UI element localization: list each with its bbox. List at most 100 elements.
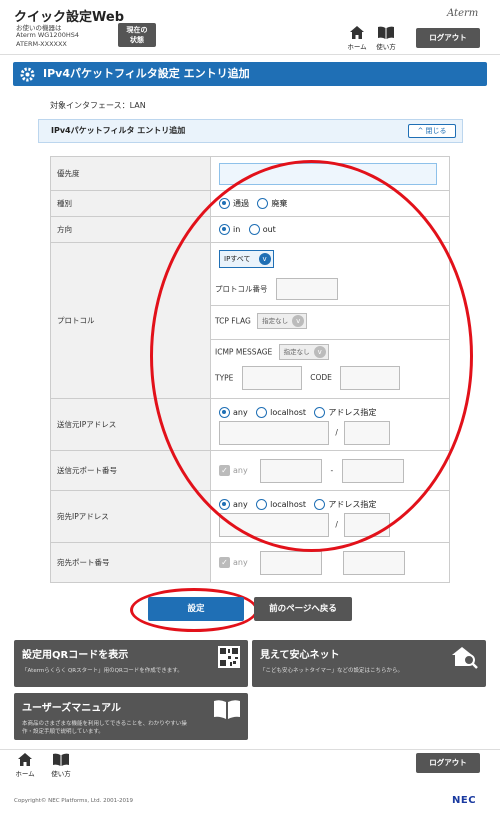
type-drop-radio[interactable] bbox=[257, 198, 269, 209]
dst-ip-slash: / bbox=[335, 520, 338, 529]
howto-nav-footer[interactable]: 使い方 bbox=[50, 753, 72, 778]
qr-code-card[interactable]: 設定用QRコードを表示 「Atermらくらく QRスタート」用のQRコードを作成… bbox=[14, 640, 248, 687]
qr-code-icon bbox=[218, 646, 240, 668]
book-icon bbox=[378, 26, 394, 39]
row-dst-port: 宛先ポート番号 ✓ any bbox=[50, 542, 450, 583]
mieru-anshin-card[interactable]: 見えて安心ネット 「こども安心ネットタイマー」などの設定はこちらから。 bbox=[252, 640, 486, 687]
src-ip-slash: / bbox=[335, 428, 338, 437]
status-button-line1: 現在の bbox=[126, 26, 148, 34]
protocol-number-label: プロトコル番号 bbox=[215, 284, 268, 293]
dst-ip-specify-label: アドレス指定 bbox=[328, 499, 377, 509]
section-header: IPv4パケットフィルタ エントリ追加 bbox=[38, 119, 463, 143]
chevron-down-icon: v bbox=[292, 314, 305, 327]
submit-button[interactable]: 設定 bbox=[148, 597, 244, 621]
direction-in-radio[interactable] bbox=[219, 224, 230, 235]
icmp-message-select[interactable]: 指定なし v bbox=[278, 343, 329, 360]
home-nav-footer[interactable]: ホーム bbox=[14, 753, 36, 778]
tcp-flag-value: 指定なし bbox=[262, 316, 289, 325]
page-title: IPv4パケットフィルタ設定 エントリ追加 bbox=[13, 62, 487, 86]
header-divider bbox=[0, 54, 500, 55]
icmp-code-input[interactable] bbox=[340, 365, 401, 390]
home-icon bbox=[350, 26, 364, 39]
type-label: 種別 bbox=[50, 190, 211, 217]
book-icon bbox=[214, 700, 240, 719]
chevron-down-icon: v bbox=[313, 345, 326, 358]
manual-card-title: ユーザーズマニュアル bbox=[22, 703, 121, 714]
collapse-button[interactable]: ^ 閉じる bbox=[408, 124, 456, 138]
src-ip-mask-input[interactable] bbox=[344, 420, 391, 445]
chevron-down-icon: v bbox=[258, 252, 271, 265]
icmp-type-label: TYPE bbox=[215, 373, 234, 382]
howto-label: 使い方 bbox=[376, 43, 396, 51]
dst-ip-localhost-label: localhost bbox=[270, 499, 307, 509]
manual-card-desc-line2: 作・設定手順で説明しています。 bbox=[22, 729, 104, 735]
type-pass-label: 通過 bbox=[233, 199, 249, 208]
protocol-number-input[interactable] bbox=[275, 277, 338, 300]
logout-button-top[interactable]: ログアウト bbox=[416, 28, 480, 48]
icmp-code-label: CODE bbox=[310, 373, 332, 382]
direction-out-radio[interactable] bbox=[248, 224, 260, 235]
footer-divider bbox=[0, 749, 500, 750]
dst-ip-specify-radio[interactable] bbox=[314, 498, 326, 510]
back-button[interactable]: 前のページへ戻る bbox=[254, 597, 352, 621]
src-port-from-input[interactable] bbox=[260, 458, 323, 483]
dst-port-label: 宛先ポート番号 bbox=[50, 542, 211, 583]
src-ip-label: 送信元IPアドレス bbox=[50, 398, 211, 451]
dst-ip-any-label: any bbox=[233, 499, 248, 509]
direction-out-label: out bbox=[262, 225, 276, 234]
row-src-port: 送信元ポート番号 ✓ any - bbox=[50, 450, 450, 491]
dst-port-from-input[interactable] bbox=[260, 550, 323, 575]
src-ip-specify-label: アドレス指定 bbox=[328, 407, 377, 417]
howto-nav[interactable]: 使い方 bbox=[375, 26, 397, 51]
protocol-select[interactable]: IPすべて v bbox=[219, 249, 274, 268]
src-ip-any-label: any bbox=[233, 407, 248, 417]
direction-in-label: in bbox=[233, 225, 241, 234]
icmp-message-label: ICMP MESSAGE bbox=[215, 347, 273, 356]
src-ip-address-input[interactable] bbox=[219, 420, 329, 445]
src-ip-specify-radio[interactable] bbox=[314, 406, 326, 418]
qr-card-title: 設定用QRコードを表示 bbox=[22, 650, 129, 661]
target-interface: 対象インタフェース：LAN bbox=[50, 101, 146, 110]
src-port-dash: - bbox=[330, 466, 334, 475]
dst-ip-label: 宛先IPアドレス bbox=[50, 490, 211, 543]
current-status-button[interactable]: 現在の 状態 bbox=[118, 23, 156, 47]
brand-logo: Aterm bbox=[447, 8, 479, 19]
nec-logo: NEC bbox=[452, 795, 477, 806]
row-priority: 優先度 bbox=[50, 156, 450, 191]
protocol-label: プロトコル bbox=[50, 242, 211, 399]
src-port-any-label: any bbox=[233, 466, 248, 475]
dst-ip-localhost-radio[interactable] bbox=[256, 498, 268, 510]
home-icon bbox=[18, 753, 32, 766]
dst-ip-address-input[interactable] bbox=[219, 512, 329, 537]
icmp-message-value: 指定なし bbox=[283, 347, 310, 356]
row-type: 種別 通過 廃棄 bbox=[50, 190, 450, 217]
tcp-flag-select[interactable]: 指定なし v bbox=[257, 312, 308, 329]
device-id: ATERM-XXXXXX bbox=[16, 40, 67, 48]
qr-card-desc: 「Atermらくらく QRスタート」用のQRコードを作成できます。 bbox=[22, 668, 183, 674]
src-ip-localhost-radio[interactable] bbox=[256, 406, 268, 418]
status-button-line2: 状態 bbox=[130, 36, 144, 44]
dst-ip-mask-input[interactable] bbox=[344, 512, 391, 537]
src-ip-any-radio[interactable] bbox=[219, 406, 230, 418]
dst-ip-any-radio[interactable] bbox=[219, 498, 230, 510]
dst-port-to-input[interactable] bbox=[342, 550, 405, 575]
priority-input[interactable] bbox=[219, 162, 437, 185]
copyright: Copyright© NEC Platforms, Ltd. 2001-2019 bbox=[14, 798, 134, 804]
src-port-to-input[interactable] bbox=[341, 458, 404, 483]
src-ip-localhost-label: localhost bbox=[270, 407, 307, 417]
icmp-type-input[interactable] bbox=[241, 365, 302, 390]
book-icon bbox=[53, 753, 69, 766]
mieru-card-desc: 「こども安心ネットタイマー」などの設定はこちらから。 bbox=[260, 668, 404, 674]
direction-label: 方向 bbox=[50, 216, 211, 243]
tcp-flag-label: TCP FLAG bbox=[215, 316, 251, 325]
howto-label-footer: 使い方 bbox=[51, 770, 71, 778]
home-nav[interactable]: ホーム bbox=[346, 26, 368, 51]
user-manual-card[interactable]: ユーザーズマニュアル 本商品のさまざまな機能を利用してできることを、わかりやすい… bbox=[14, 693, 248, 740]
row-direction: 方向 in out bbox=[50, 216, 450, 243]
logout-button-bottom[interactable]: ログアウト bbox=[416, 753, 480, 773]
dst-port-any-checkbox[interactable]: ✓ bbox=[219, 557, 230, 568]
src-port-any-checkbox[interactable]: ✓ bbox=[219, 465, 230, 476]
entry-form-table: 優先度 種別 通過 廃棄 方向 in out プロトコル IPすべて v プロト… bbox=[50, 156, 450, 583]
type-drop-label: 廃棄 bbox=[271, 199, 288, 208]
type-pass-radio[interactable] bbox=[219, 198, 230, 209]
